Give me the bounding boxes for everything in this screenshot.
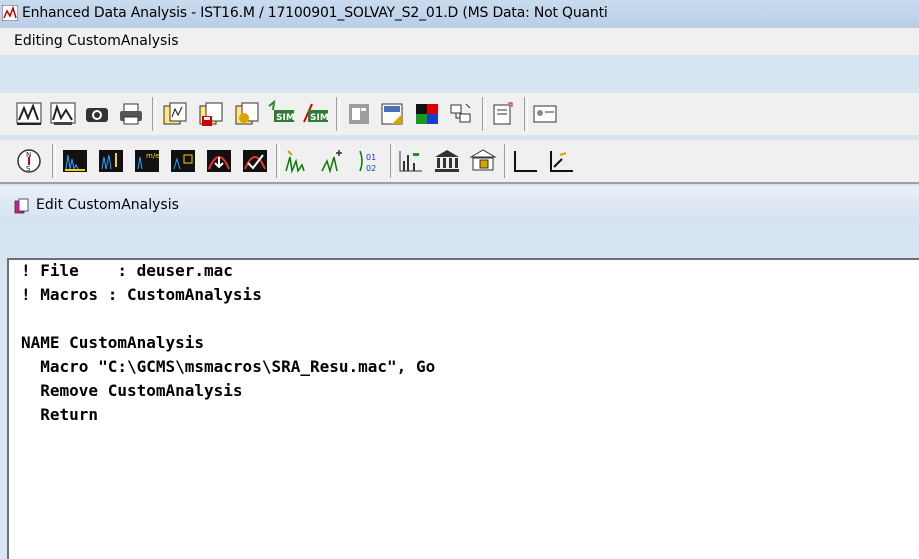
peak-up-icon[interactable] <box>240 147 270 175</box>
document-icon <box>14 198 29 214</box>
editor-line: ! File : deuser.mac <box>21 261 233 280</box>
toolbar-row-1: SIM SIM <box>0 93 919 135</box>
macro-editor[interactable]: ! File : deuser.mac ! Macros : CustomAna… <box>7 258 919 559</box>
menubar: Editing CustomAnalysis <box>0 28 919 55</box>
peak-ratio-icon[interactable]: 0102 <box>354 147 384 175</box>
peak-spectrum-icon[interactable] <box>282 147 312 175</box>
edit-panel-header: Edit CustomAnalysis <box>0 186 919 224</box>
editor-line: NAME CustomAnalysis <box>21 333 205 352</box>
integrate-all-icon[interactable] <box>48 100 78 128</box>
sim-left-icon[interactable]: SIM <box>266 100 296 128</box>
compass-icon[interactable]: NS <box>14 147 44 175</box>
svg-text:SIM: SIM <box>310 113 329 123</box>
axis-icon[interactable] <box>510 147 540 175</box>
network-icon[interactable] <box>446 100 476 128</box>
window-icon[interactable] <box>344 100 374 128</box>
toolbar-separator <box>504 144 508 178</box>
toolbar-separator <box>52 144 56 178</box>
toolbar-separator <box>390 144 394 178</box>
svg-text:01: 01 <box>366 153 376 162</box>
editor-line: Macro "C:\GCMS\msmacros\SRA_Resu.mac", G… <box>21 357 436 376</box>
toolbar-separator <box>152 97 156 131</box>
menu-editing-label: Editing CustomAnalysis <box>14 33 179 49</box>
calibrate-icon[interactable] <box>546 147 576 175</box>
run-report-icon[interactable] <box>232 100 262 128</box>
toolbar-separator <box>482 97 486 131</box>
camera-icon[interactable] <box>82 100 112 128</box>
print-icon[interactable] <box>116 100 146 128</box>
editor-line: ! Macros : CustomAnalysis <box>21 285 262 304</box>
toolbar-separator <box>524 97 528 131</box>
svg-text:m/e: m/e <box>146 152 159 160</box>
peak-star-icon[interactable] <box>318 147 348 175</box>
mass-range-icon[interactable]: m/e <box>132 147 162 175</box>
edit-panel-title: Edit CustomAnalysis <box>36 197 179 213</box>
color-icon[interactable] <box>412 100 442 128</box>
tic-icon[interactable] <box>60 147 90 175</box>
library-icon[interactable] <box>432 147 462 175</box>
svg-text:S: S <box>26 165 31 173</box>
peak-down-icon[interactable] <box>204 147 234 175</box>
editor-line: Return <box>21 405 99 424</box>
window-titlebar: Enhanced Data Analysis - IST16.M / 17100… <box>0 0 919 28</box>
toolbar-row-2: NS m/e 01 02 <box>0 140 919 184</box>
app-icon <box>2 5 18 21</box>
sample-icon[interactable] <box>530 100 560 128</box>
load-icon[interactable] <box>378 100 408 128</box>
select-icon[interactable] <box>168 147 198 175</box>
bar-chart-icon[interactable] <box>396 147 426 175</box>
save-report-icon[interactable] <box>196 100 226 128</box>
svg-text:02: 02 <box>366 164 376 173</box>
toolbar-separator <box>276 144 280 178</box>
library-search-icon[interactable] <box>468 147 498 175</box>
toolbar-separator <box>336 97 340 131</box>
doc-icon[interactable] <box>488 100 518 128</box>
svg-text:SIM: SIM <box>276 113 295 123</box>
window-title: Enhanced Data Analysis - IST16.M / 17100… <box>22 5 608 21</box>
extract-ion-icon[interactable] <box>96 147 126 175</box>
sim-right-icon[interactable]: SIM <box>300 100 330 128</box>
integrate-icon[interactable] <box>14 100 44 128</box>
report-icon[interactable] <box>160 100 190 128</box>
editor-line: Remove CustomAnalysis <box>21 381 243 400</box>
